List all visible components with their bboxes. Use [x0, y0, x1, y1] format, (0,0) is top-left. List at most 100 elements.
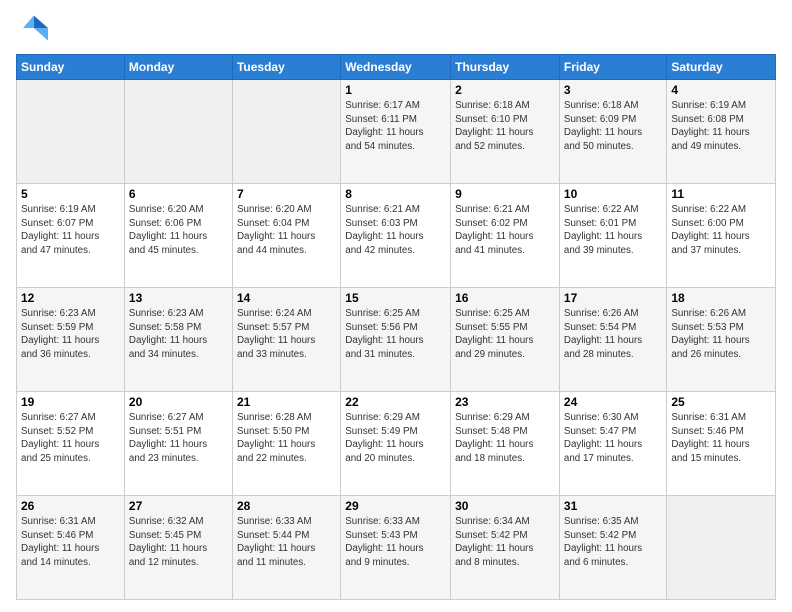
day-cell-3-5: 16 Sunrise: 6:25 AM Sunset: 5:55 PM Dayli… [451, 288, 560, 392]
weekday-tuesday: Tuesday [232, 55, 340, 80]
day-info: Sunrise: 6:31 AM Sunset: 5:46 PM Dayligh… [671, 411, 771, 466]
day-number: 19 [21, 395, 120, 409]
day-info: Sunrise: 6:35 AM Sunset: 5:42 PM Dayligh… [564, 515, 662, 570]
day-info: Sunrise: 6:34 AM Sunset: 5:42 PM Dayligh… [455, 515, 555, 570]
day-cell-3-4: 15 Sunrise: 6:25 AM Sunset: 5:56 PM Dayli… [341, 288, 451, 392]
day-info: Sunrise: 6:32 AM Sunset: 5:45 PM Dayligh… [129, 515, 228, 570]
page-header [16, 12, 776, 44]
day-info: Sunrise: 6:31 AM Sunset: 5:46 PM Dayligh… [21, 515, 120, 570]
day-cell-2-1: 5 Sunrise: 6:19 AM Sunset: 6:07 PM Daylig… [17, 184, 125, 288]
day-cell-4-7: 25 Sunrise: 6:31 AM Sunset: 5:46 PM Dayli… [667, 392, 776, 496]
day-cell-3-2: 13 Sunrise: 6:23 AM Sunset: 5:58 PM Dayli… [124, 288, 232, 392]
day-info: Sunrise: 6:27 AM Sunset: 5:52 PM Dayligh… [21, 411, 120, 466]
day-cell-3-1: 12Sunrise: 6:23 AM Sunset: 5:59 PM Dayli… [17, 288, 125, 392]
weekday-wednesday: Wednesday [341, 55, 451, 80]
day-number: 25 [671, 395, 771, 409]
day-number: 26 [21, 499, 120, 513]
day-number: 9 [455, 187, 555, 201]
day-info: Sunrise: 6:17 AM Sunset: 6:11 PM Dayligh… [345, 99, 446, 154]
day-number: 7 [237, 187, 336, 201]
day-number: 27 [129, 499, 228, 513]
day-info: Sunrise: 6:22 AM Sunset: 6:01 PM Dayligh… [564, 203, 662, 258]
day-info: Sunrise: 6:21 AM Sunset: 6:02 PM Dayligh… [455, 203, 555, 258]
day-info: Sunrise: 6:25 AM Sunset: 5:56 PM Dayligh… [345, 307, 446, 362]
day-info: Sunrise: 6:20 AM Sunset: 6:06 PM Dayligh… [129, 203, 228, 258]
day-number: 31 [564, 499, 662, 513]
day-info: Sunrise: 6:23 AM Sunset: 5:59 PM Dayligh… [21, 307, 120, 362]
day-cell-2-2: 6Sunrise: 6:20 AM Sunset: 6:06 PM Daylig… [124, 184, 232, 288]
day-cell-5-2: 27 Sunrise: 6:32 AM Sunset: 5:45 PM Dayli… [124, 496, 232, 600]
day-cell-2-3: 7 Sunrise: 6:20 AM Sunset: 6:04 PM Daylig… [232, 184, 340, 288]
day-info: Sunrise: 6:33 AM Sunset: 5:44 PM Dayligh… [237, 515, 336, 570]
day-info: Sunrise: 6:25 AM Sunset: 5:55 PM Dayligh… [455, 307, 555, 362]
day-cell-3-3: 14 Sunrise: 6:24 AM Sunset: 5:57 PM Dayli… [232, 288, 340, 392]
week-row-3: 12Sunrise: 6:23 AM Sunset: 5:59 PM Dayli… [17, 288, 776, 392]
day-info: Sunrise: 6:29 AM Sunset: 5:48 PM Dayligh… [455, 411, 555, 466]
day-number: 24 [564, 395, 662, 409]
weekday-monday: Monday [124, 55, 232, 80]
day-info: Sunrise: 6:27 AM Sunset: 5:51 PM Dayligh… [129, 411, 228, 466]
day-cell-2-5: 9 Sunrise: 6:21 AM Sunset: 6:02 PM Daylig… [451, 184, 560, 288]
day-cell-1-5: 2 Sunrise: 6:18 AM Sunset: 6:10 PM Daylig… [451, 80, 560, 184]
week-row-4: 19 Sunrise: 6:27 AM Sunset: 5:52 PM Dayli… [17, 392, 776, 496]
day-cell-5-5: 30Sunrise: 6:34 AM Sunset: 5:42 PM Dayli… [451, 496, 560, 600]
day-info: Sunrise: 6:26 AM Sunset: 5:54 PM Dayligh… [564, 307, 662, 362]
day-cell-5-1: 26 Sunrise: 6:31 AM Sunset: 5:46 PM Dayli… [17, 496, 125, 600]
day-number: 16 [455, 291, 555, 305]
day-number: 2 [455, 83, 555, 97]
day-info: Sunrise: 6:19 AM Sunset: 6:08 PM Dayligh… [671, 99, 771, 154]
day-info: Sunrise: 6:28 AM Sunset: 5:50 PM Dayligh… [237, 411, 336, 466]
day-number: 10 [564, 187, 662, 201]
day-number: 5 [21, 187, 120, 201]
day-info: Sunrise: 6:30 AM Sunset: 5:47 PM Dayligh… [564, 411, 662, 466]
day-number: 28 [237, 499, 336, 513]
day-info: Sunrise: 6:18 AM Sunset: 6:10 PM Dayligh… [455, 99, 555, 154]
logo [16, 12, 54, 44]
day-number: 1 [345, 83, 446, 97]
day-info: Sunrise: 6:23 AM Sunset: 5:58 PM Dayligh… [129, 307, 228, 362]
day-number: 21 [237, 395, 336, 409]
day-cell-4-3: 21 Sunrise: 6:28 AM Sunset: 5:50 PM Dayli… [232, 392, 340, 496]
day-info: Sunrise: 6:19 AM Sunset: 6:07 PM Dayligh… [21, 203, 120, 258]
day-number: 15 [345, 291, 446, 305]
day-number: 17 [564, 291, 662, 305]
day-number: 13 [129, 291, 228, 305]
day-cell-3-7: 18 Sunrise: 6:26 AM Sunset: 5:53 PM Dayli… [667, 288, 776, 392]
day-number: 3 [564, 83, 662, 97]
day-cell-1-3 [232, 80, 340, 184]
day-info: Sunrise: 6:24 AM Sunset: 5:57 PM Dayligh… [237, 307, 336, 362]
day-cell-1-4: 1 Sunrise: 6:17 AM Sunset: 6:11 PM Daylig… [341, 80, 451, 184]
day-cell-1-1 [17, 80, 125, 184]
day-number: 23 [455, 395, 555, 409]
day-cell-5-6: 31 Sunrise: 6:35 AM Sunset: 5:42 PM Dayli… [559, 496, 666, 600]
day-info: Sunrise: 6:29 AM Sunset: 5:49 PM Dayligh… [345, 411, 446, 466]
calendar-table: SundayMondayTuesdayWednesdayThursdayFrid… [16, 54, 776, 600]
day-cell-1-7: 4 Sunrise: 6:19 AM Sunset: 6:08 PM Daylig… [667, 80, 776, 184]
day-cell-1-2 [124, 80, 232, 184]
weekday-friday: Friday [559, 55, 666, 80]
day-info: Sunrise: 6:20 AM Sunset: 6:04 PM Dayligh… [237, 203, 336, 258]
week-row-1: 1 Sunrise: 6:17 AM Sunset: 6:11 PM Daylig… [17, 80, 776, 184]
day-number: 4 [671, 83, 771, 97]
weekday-saturday: Saturday [667, 55, 776, 80]
logo-icon [16, 12, 48, 44]
day-cell-2-6: 10 Sunrise: 6:22 AM Sunset: 6:01 PM Dayli… [559, 184, 666, 288]
weekday-thursday: Thursday [451, 55, 560, 80]
week-row-5: 26 Sunrise: 6:31 AM Sunset: 5:46 PM Dayli… [17, 496, 776, 600]
weekday-sunday: Sunday [17, 55, 125, 80]
weekday-header-row: SundayMondayTuesdayWednesdayThursdayFrid… [17, 55, 776, 80]
day-cell-4-6: 24 Sunrise: 6:30 AM Sunset: 5:47 PM Dayli… [559, 392, 666, 496]
week-row-2: 5 Sunrise: 6:19 AM Sunset: 6:07 PM Daylig… [17, 184, 776, 288]
day-cell-5-3: 28 Sunrise: 6:33 AM Sunset: 5:44 PM Dayli… [232, 496, 340, 600]
day-cell-1-6: 3Sunrise: 6:18 AM Sunset: 6:09 PM Daylig… [559, 80, 666, 184]
day-cell-4-1: 19 Sunrise: 6:27 AM Sunset: 5:52 PM Dayli… [17, 392, 125, 496]
day-number: 14 [237, 291, 336, 305]
day-info: Sunrise: 6:26 AM Sunset: 5:53 PM Dayligh… [671, 307, 771, 362]
day-number: 20 [129, 395, 228, 409]
day-cell-3-6: 17 Sunrise: 6:26 AM Sunset: 5:54 PM Dayli… [559, 288, 666, 392]
day-cell-5-4: 29Sunrise: 6:33 AM Sunset: 5:43 PM Dayli… [341, 496, 451, 600]
day-number: 18 [671, 291, 771, 305]
day-info: Sunrise: 6:33 AM Sunset: 5:43 PM Dayligh… [345, 515, 446, 570]
day-number: 22 [345, 395, 446, 409]
day-cell-4-4: 22 Sunrise: 6:29 AM Sunset: 5:49 PM Dayli… [341, 392, 451, 496]
